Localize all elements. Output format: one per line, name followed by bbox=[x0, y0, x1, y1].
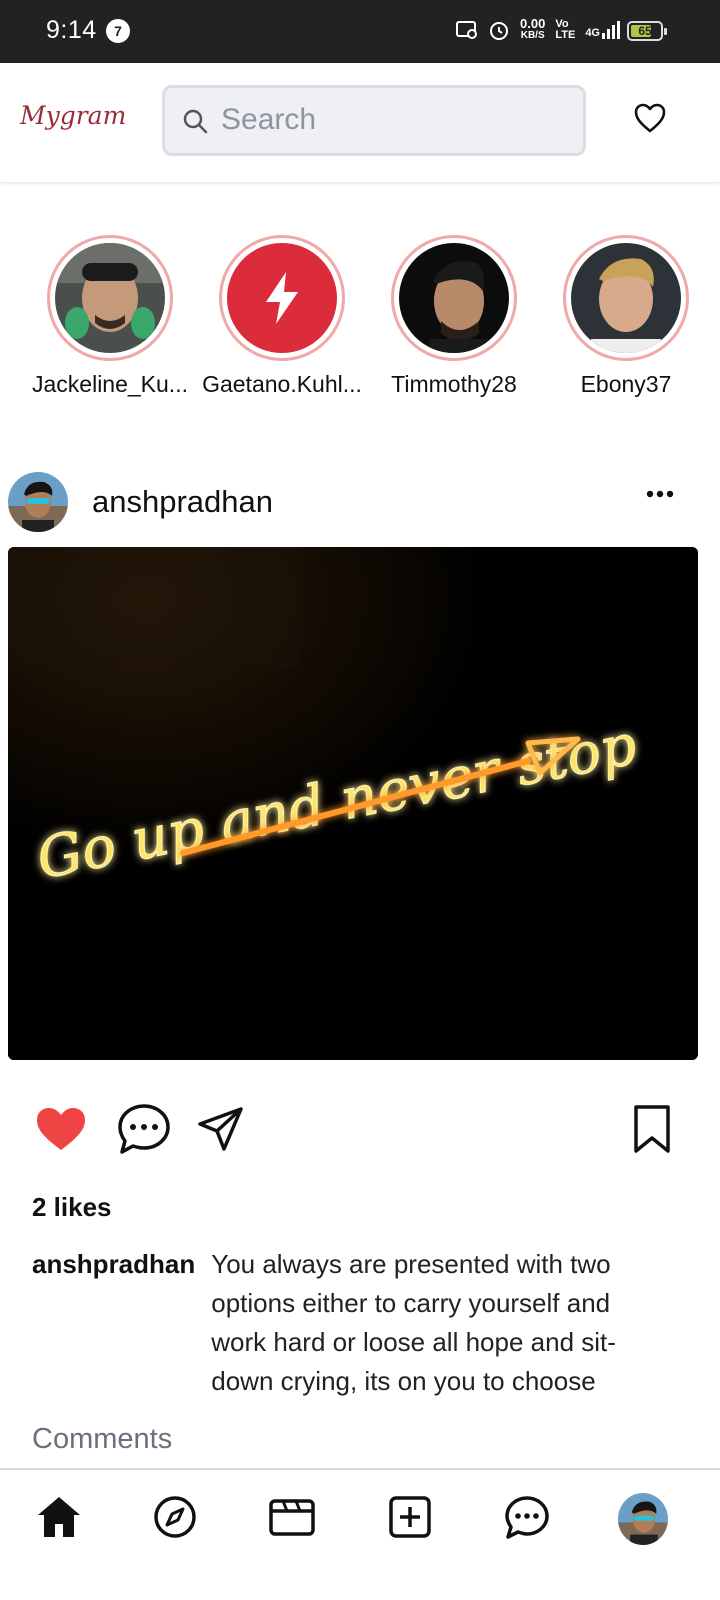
comment-icon[interactable] bbox=[117, 1103, 171, 1155]
stories-row: Jackeline_Ku... Gaetano.Kuhl... Timmothy… bbox=[0, 235, 690, 405]
search-icon bbox=[183, 109, 208, 134]
story-username: Ebony37 bbox=[580, 371, 672, 397]
bottom-navigation bbox=[0, 1468, 720, 1600]
nav-reels[interactable] bbox=[267, 1492, 317, 1542]
nav-home[interactable] bbox=[34, 1492, 84, 1542]
nav-profile[interactable] bbox=[618, 1493, 668, 1545]
story-item[interactable]: Ebony37 bbox=[541, 235, 690, 398]
status-time: 9:14 bbox=[46, 16, 97, 44]
story-username: Timmothy28 bbox=[391, 371, 517, 397]
bookmark-icon[interactable] bbox=[633, 1104, 671, 1154]
nav-create[interactable] bbox=[385, 1492, 435, 1542]
story-ring bbox=[563, 235, 689, 361]
signal-icon: 4G bbox=[585, 21, 620, 39]
story-username: Jackeline_Ku... bbox=[32, 371, 188, 397]
story-item[interactable]: Gaetano.Kuhl... bbox=[197, 235, 367, 398]
story-avatar bbox=[571, 243, 681, 353]
clapperboard-icon bbox=[269, 1499, 315, 1536]
like-heart-icon[interactable] bbox=[35, 1106, 87, 1152]
heart-icon[interactable] bbox=[634, 103, 666, 133]
neon-sign-image: Go up and never stop bbox=[8, 547, 698, 1060]
story-avatar bbox=[55, 243, 165, 353]
system-indicators: 0.00 KB/S Vo LTE 4G bbox=[456, 16, 620, 42]
volte-indicator: Vo LTE bbox=[555, 18, 576, 41]
caption-username[interactable]: anshpradhan bbox=[32, 1245, 195, 1401]
nav-messages[interactable] bbox=[502, 1492, 552, 1542]
search-bar[interactable] bbox=[162, 85, 586, 156]
cast-icon bbox=[456, 21, 478, 39]
nav-explore[interactable] bbox=[150, 1492, 200, 1542]
caption-text: You always are presented with two option… bbox=[211, 1249, 616, 1396]
post-author-username[interactable]: anshpradhan bbox=[92, 484, 273, 520]
story-ring bbox=[47, 235, 173, 361]
status-bar: 9:14 7 0.00 KB/S Vo LTE 4G 65 bbox=[0, 0, 720, 63]
app-header: Mygram bbox=[0, 63, 720, 183]
likes-count[interactable]: 2 likes bbox=[32, 1192, 112, 1223]
story-ring bbox=[219, 235, 345, 361]
post-author-avatar[interactable] bbox=[8, 472, 68, 532]
notification-badge: 7 bbox=[106, 19, 130, 43]
add-post-icon bbox=[389, 1496, 431, 1538]
story-item[interactable]: Jackeline_Ku... bbox=[25, 235, 195, 398]
post-actions bbox=[0, 1100, 720, 1160]
app-logo[interactable]: Mygram bbox=[20, 101, 126, 130]
post-image[interactable]: Go up and never stop bbox=[8, 547, 698, 1060]
search-input[interactable] bbox=[221, 98, 571, 142]
net-speed: 0.00 KB/S bbox=[520, 16, 546, 41]
lightning-icon bbox=[266, 272, 298, 324]
story-username: Gaetano.Kuhl... bbox=[202, 371, 362, 397]
compass-icon bbox=[154, 1496, 196, 1538]
post-caption: anshpradhan You always are presented wit… bbox=[32, 1245, 682, 1401]
story-ring bbox=[391, 235, 517, 361]
messages-icon bbox=[505, 1496, 549, 1539]
battery-icon: 65 bbox=[627, 21, 667, 41]
story-avatar bbox=[227, 243, 337, 353]
alarm-icon bbox=[490, 22, 509, 40]
post-header: anshpradhan bbox=[0, 470, 720, 534]
profile-avatar bbox=[618, 1493, 668, 1545]
comments-link[interactable]: Comments bbox=[32, 1423, 172, 1456]
story-item[interactable]: Timmothy28 bbox=[369, 235, 539, 398]
home-icon bbox=[38, 1497, 80, 1537]
story-avatar bbox=[399, 243, 509, 353]
more-options-icon[interactable] bbox=[646, 490, 674, 498]
share-icon[interactable] bbox=[197, 1106, 245, 1152]
